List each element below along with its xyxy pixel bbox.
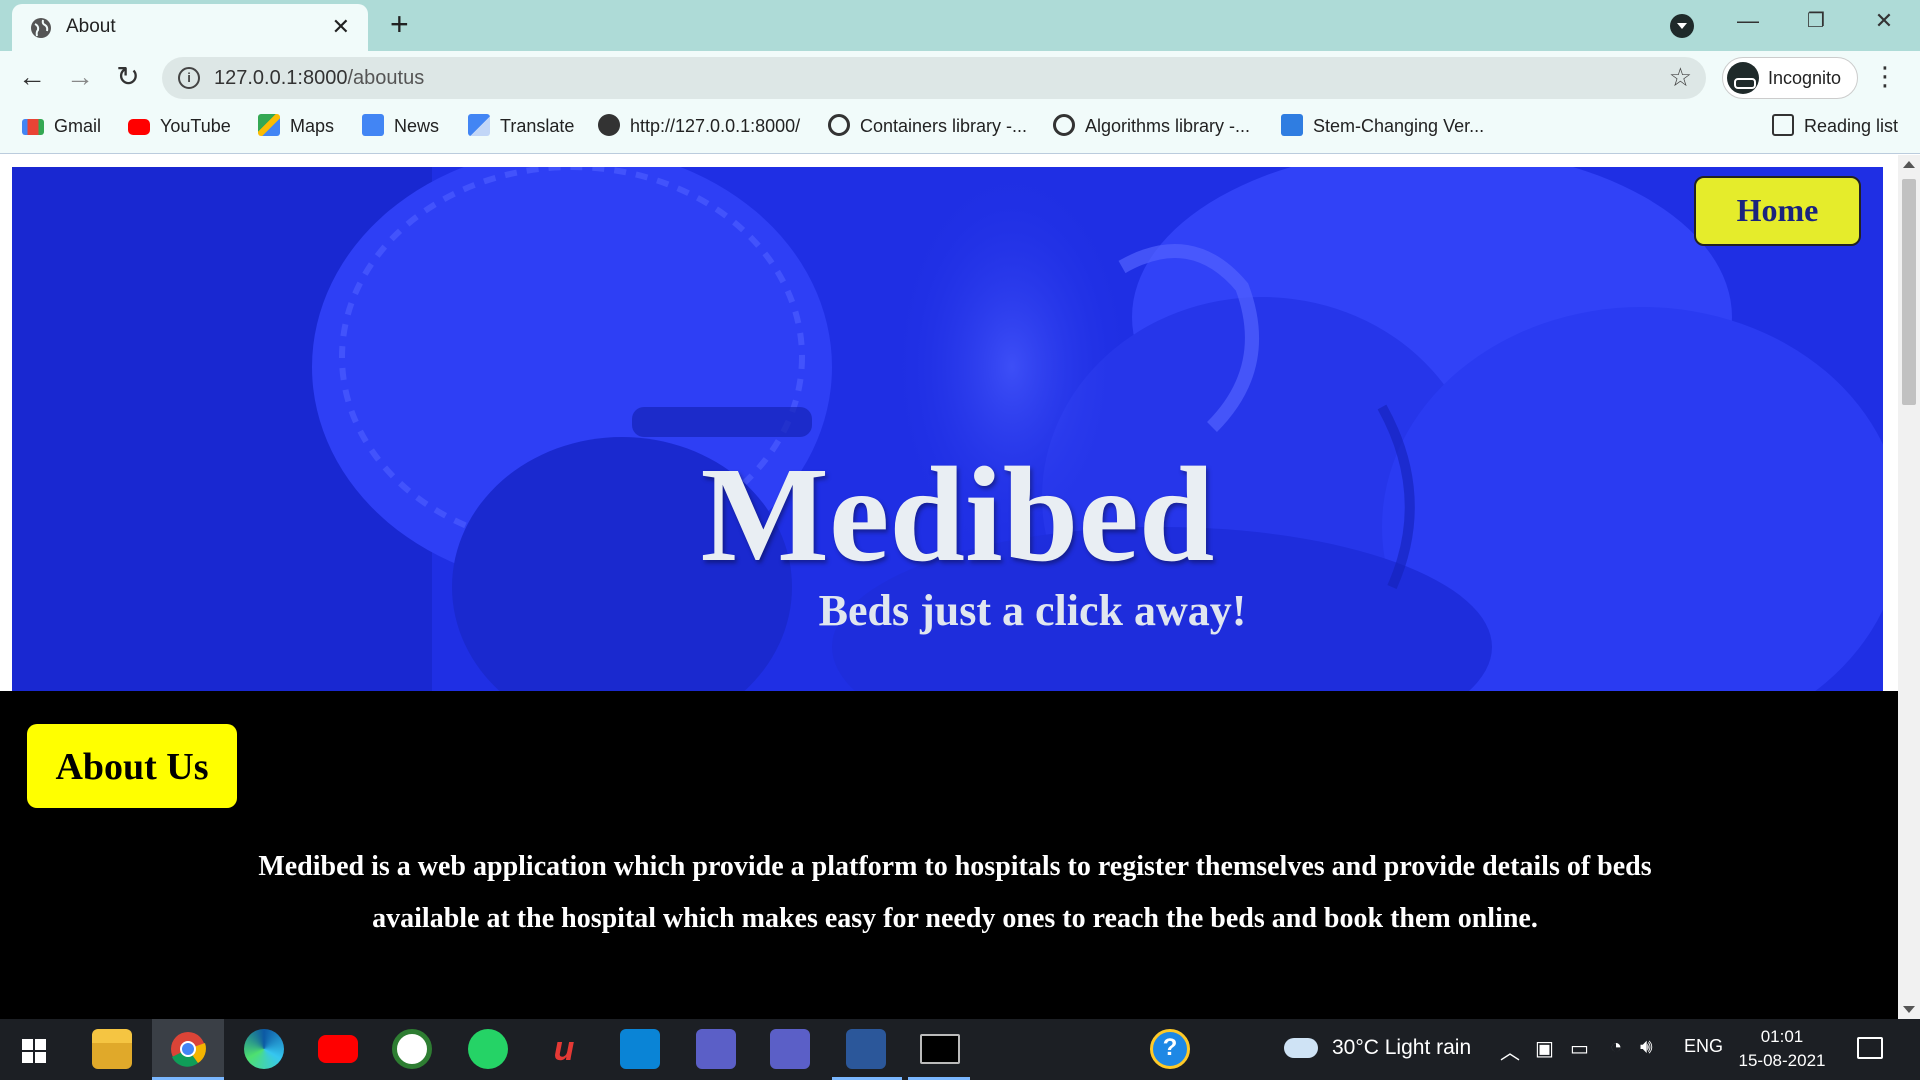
terminal-icon[interactable] bbox=[920, 1034, 960, 1064]
bookmark-label: Translate bbox=[500, 116, 575, 136]
url-host: 127.0.0.1:8000 bbox=[214, 67, 348, 89]
bookmark-gmail[interactable]: Gmail bbox=[22, 116, 101, 142]
about-description: Medibed is a web application which provi… bbox=[258, 851, 1652, 934]
chrome-icon bbox=[171, 1032, 206, 1067]
bookmark-localhost[interactable]: http://127.0.0.1:8000/ bbox=[598, 114, 801, 142]
bookmark-translate[interactable]: Translate bbox=[468, 114, 575, 142]
store-icon[interactable] bbox=[620, 1029, 660, 1069]
network-app-icon[interactable]: ▣ bbox=[1535, 1036, 1554, 1061]
globe-icon bbox=[31, 18, 51, 38]
scrollbar-thumb[interactable] bbox=[1902, 179, 1916, 405]
bookmark-label: Algorithms library -... bbox=[1085, 116, 1251, 136]
tab-title: About bbox=[66, 16, 116, 37]
toolbar: ← → ↻ i 127.0.0.1:8000/aboutus ☆ Incogni… bbox=[0, 51, 1920, 104]
bookmark-maps[interactable]: Maps bbox=[258, 114, 335, 142]
bookmark-youtube[interactable]: YouTube bbox=[128, 116, 231, 142]
site-info-icon[interactable]: i bbox=[178, 67, 200, 89]
youtube-app-icon[interactable] bbox=[318, 1035, 358, 1063]
chrome-taskbar-button[interactable] bbox=[152, 1019, 224, 1080]
gmail-icon bbox=[22, 119, 44, 136]
system-clock[interactable]: 01:01 15-08-2021 bbox=[1732, 1025, 1832, 1073]
incognito-label: Incognito bbox=[1768, 68, 1842, 88]
bookmarks-bar: Gmail YouTube Maps News Translate http:/… bbox=[0, 104, 1920, 154]
language-indicator[interactable]: ENG bbox=[1684, 1036, 1723, 1057]
restore-icon[interactable]: ❐ bbox=[1796, 8, 1836, 33]
scroll-down-icon[interactable] bbox=[1903, 1006, 1915, 1013]
hero-banner: Home Medibed Beds just a click away! bbox=[12, 167, 1883, 691]
reading-list-icon bbox=[1772, 114, 1794, 137]
browser-menu-icon[interactable]: ⋮ bbox=[1872, 61, 1898, 92]
cpp-icon bbox=[828, 114, 850, 137]
brand-tagline: Beds just a click away! bbox=[818, 586, 1247, 635]
word-icon[interactable] bbox=[846, 1029, 886, 1069]
tab-search-icon[interactable] bbox=[1670, 14, 1694, 38]
translate-icon bbox=[468, 114, 490, 137]
back-icon[interactable]: ← bbox=[14, 61, 50, 93]
page-scrollbar[interactable] bbox=[1898, 155, 1920, 1019]
close-tab-icon[interactable]: ✕ bbox=[332, 14, 350, 40]
globe-icon bbox=[598, 114, 620, 137]
whatsapp-icon[interactable] bbox=[468, 1029, 508, 1069]
volume-icon[interactable]: 🔊︎ bbox=[1640, 1036, 1653, 1059]
maps-icon bbox=[258, 114, 280, 137]
bookmark-star-icon[interactable]: ☆ bbox=[1669, 62, 1692, 93]
weather-text[interactable]: 30°C Light rain bbox=[1332, 1036, 1471, 1060]
bookmark-label: http://127.0.0.1:8000/ bbox=[630, 116, 801, 136]
teams-icon[interactable] bbox=[696, 1029, 736, 1069]
page-viewport: Home Medibed Beds just a click away! Abo… bbox=[0, 155, 1898, 1019]
clock-date: 15-08-2021 bbox=[1738, 1051, 1826, 1070]
new-tab-button[interactable]: + bbox=[390, 8, 409, 40]
file-explorer-icon[interactable] bbox=[92, 1029, 132, 1069]
home-button[interactable]: Home bbox=[1694, 176, 1861, 246]
edge-icon[interactable] bbox=[244, 1029, 284, 1069]
tab-strip: About ✕ + — ❐ ✕ bbox=[0, 0, 1920, 51]
address-bar[interactable]: i 127.0.0.1:8000/aboutus ☆ bbox=[162, 57, 1706, 99]
battery-icon[interactable]: ▭ bbox=[1570, 1036, 1589, 1061]
reading-list-button[interactable]: Reading list bbox=[1772, 114, 1899, 142]
chevron-up-icon[interactable]: ︿ bbox=[1500, 1036, 1520, 1065]
cloud-rain-icon bbox=[1284, 1038, 1318, 1058]
bookmark-containers[interactable]: Containers library -... bbox=[828, 114, 1028, 142]
bookmark-news[interactable]: News bbox=[362, 114, 440, 142]
bookmark-label: Containers library -... bbox=[860, 116, 1028, 136]
window-close-icon[interactable]: ✕ bbox=[1864, 8, 1904, 34]
incognito-badge[interactable]: Incognito bbox=[1722, 57, 1858, 99]
teams-icon-2[interactable] bbox=[770, 1029, 810, 1069]
cpp-icon bbox=[1053, 114, 1075, 137]
reload-icon[interactable]: ↻ bbox=[110, 61, 146, 93]
bookmark-app-icon bbox=[1281, 114, 1303, 137]
bookmark-stem-changing[interactable]: Stem-Changing Ver... bbox=[1281, 114, 1485, 142]
youtube-icon bbox=[128, 119, 150, 136]
about-us-button[interactable]: About Us bbox=[27, 724, 237, 808]
brand-title: Medibed bbox=[700, 440, 1215, 590]
scroll-up-icon[interactable] bbox=[1903, 161, 1915, 168]
bookmark-label: Stem-Changing Ver... bbox=[1313, 116, 1485, 136]
bookmark-label: Maps bbox=[290, 116, 335, 136]
help-icon[interactable]: ? bbox=[1150, 1029, 1190, 1069]
reading-list-label: Reading list bbox=[1804, 116, 1899, 136]
clock-time: 01:01 bbox=[1760, 1027, 1804, 1046]
wifi-icon[interactable]: ◔ bbox=[1610, 1036, 1622, 1059]
url-text[interactable]: 127.0.0.1:8000/aboutus bbox=[214, 67, 424, 90]
windows-taskbar: u ? 30°C Light rain ︿ ▣ ▭ ◔ 🔊︎ ENG 01:01… bbox=[0, 1019, 1920, 1080]
incognito-icon bbox=[1727, 62, 1759, 94]
app-tree-icon[interactable] bbox=[392, 1029, 432, 1069]
app-u-icon[interactable]: u bbox=[544, 1029, 584, 1069]
bookmark-label: News bbox=[394, 116, 440, 136]
bookmark-algorithms[interactable]: Algorithms library -... bbox=[1053, 114, 1251, 142]
notifications-icon[interactable] bbox=[1857, 1037, 1883, 1059]
minimize-icon[interactable]: — bbox=[1728, 8, 1768, 34]
bookmark-label: Gmail bbox=[54, 116, 102, 136]
bookmark-label: YouTube bbox=[160, 116, 231, 136]
forward-icon[interactable]: → bbox=[62, 61, 98, 93]
url-path: /aboutus bbox=[347, 67, 425, 89]
tab-about[interactable]: About ✕ bbox=[12, 4, 368, 51]
news-icon bbox=[362, 114, 384, 137]
windows-start-icon[interactable] bbox=[22, 1039, 46, 1063]
